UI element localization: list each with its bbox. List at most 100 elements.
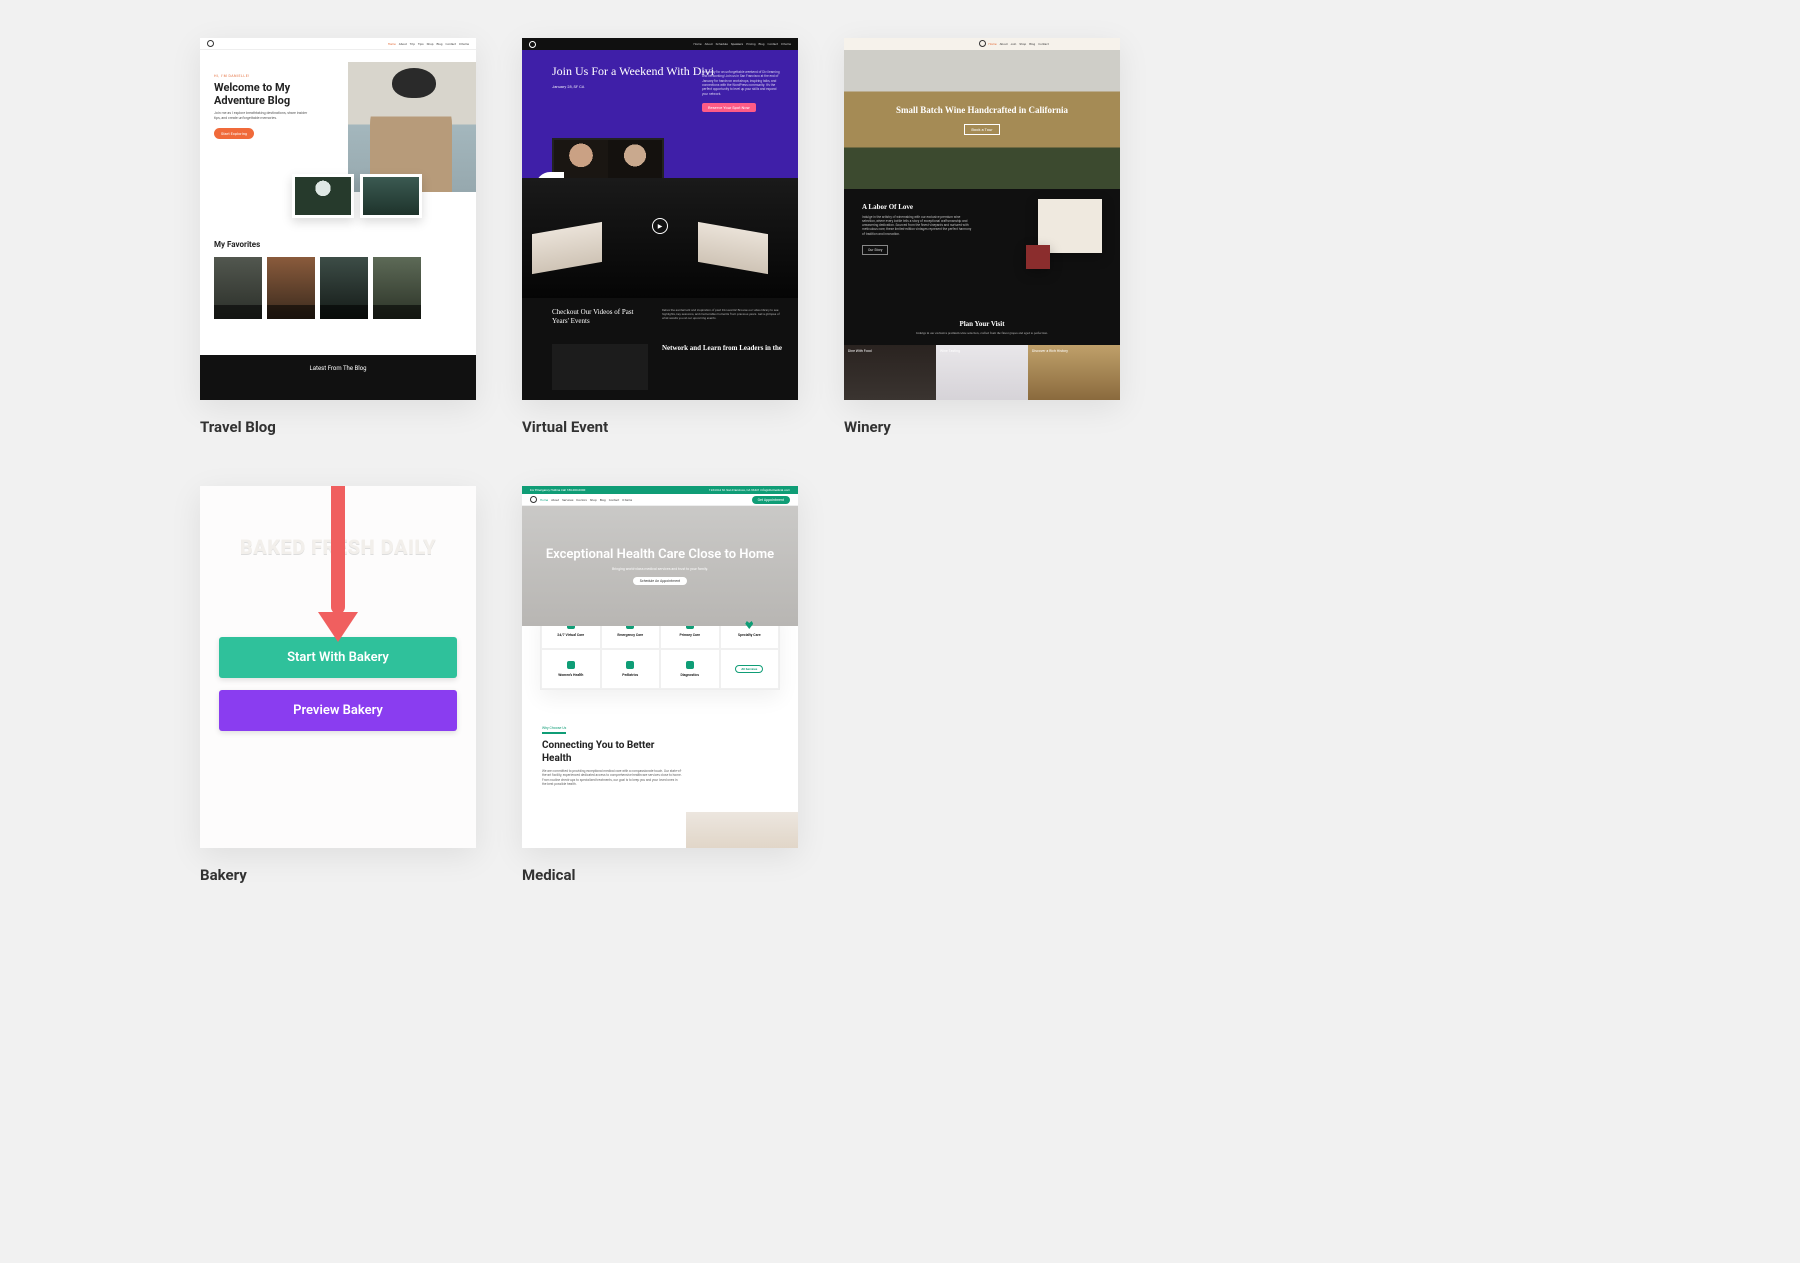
- nav-link: About: [399, 42, 407, 46]
- template-thumb-virtual[interactable]: Home About Schedule Speakers Pricing Blo…: [522, 38, 798, 400]
- medical-headline: Exceptional Health Care Close to Home: [546, 547, 774, 563]
- virtual-video: ▶: [522, 178, 798, 298]
- child-icon: [626, 661, 634, 669]
- medical-image: [686, 812, 798, 848]
- videos-heading: Checkout Our Videos of Past Years' Event…: [552, 308, 648, 326]
- winery-nav: Home About Join Shop Blog Contact: [844, 38, 1120, 50]
- network-heading: Network and Learn from Leaders in the: [662, 344, 782, 353]
- videos-copy: Relive the excitement and inspiration of…: [662, 308, 782, 326]
- nav-link: 0 Items: [781, 42, 791, 46]
- template-thumb-bakery[interactable]: BAKED FRESH DAILY Start With Bakery Prev…: [200, 486, 476, 848]
- card-title-medical: Medical: [522, 866, 798, 884]
- bakery-hover-buttons: Start With Bakery Preview Bakery: [219, 637, 457, 731]
- favorite-tile: [320, 257, 368, 319]
- winery-headline: Small Batch Wine Handcrafted in Californ…: [896, 104, 1068, 116]
- connect-copy: We are committed to providing exceptiona…: [542, 769, 682, 787]
- travel-sub: Join me as I explore breathtaking destin…: [214, 111, 314, 120]
- start-with-template-button[interactable]: Start With Bakery: [219, 637, 457, 678]
- plan-copy: Indulge in our exclusive premium wine se…: [874, 331, 1090, 335]
- template-thumb-winery[interactable]: Home About Join Shop Blog Contact Small …: [844, 38, 1120, 400]
- template-card-travel: Home About Trip Tips Shop Blog Contact 0…: [200, 38, 476, 436]
- virtual-copy: Get ready for an unforgettable weekend o…: [702, 70, 782, 112]
- nav-link: Home: [694, 42, 702, 46]
- favorite-tile: [267, 257, 315, 319]
- winery-plan: Plan Your Visit Indulge in our exclusive…: [844, 316, 1120, 345]
- card-title-winery: Winery: [844, 418, 1120, 436]
- nav-link: Home: [540, 498, 548, 502]
- service-cell: Pediatrics: [601, 649, 661, 689]
- nav-link: Pricing: [746, 42, 755, 46]
- divi-logo-icon: [207, 40, 214, 47]
- travel-kicker: HI, I'M DANIELLE!: [214, 74, 338, 78]
- template-card-winery: Home About Join Shop Blog Contact Small …: [844, 38, 1120, 436]
- lab-icon: [686, 661, 694, 669]
- nav-link: Shop: [590, 498, 597, 502]
- nav-link: About: [705, 42, 713, 46]
- topbar-left: For Emergency Hotline Call 180-000-0000: [530, 488, 585, 492]
- card-title-bakery: Bakery: [200, 866, 476, 884]
- medical-topbar: For Emergency Hotline Call 180-000-0000 …: [522, 486, 798, 494]
- travel-footer: Latest From The Blog: [200, 355, 476, 400]
- medical-kicker: Why Choose Us: [542, 726, 566, 734]
- travel-hero-image: [348, 62, 476, 192]
- virtual-cta: Reserve Your Spot Now: [702, 103, 756, 112]
- travel-nav-links: Home About Trip Tips Shop Blog Contact 0…: [388, 42, 469, 46]
- template-card-virtual: Home About Schedule Speakers Pricing Blo…: [522, 38, 798, 436]
- preview-template-button[interactable]: Preview Bakery: [219, 690, 457, 731]
- nav-link: Speakers: [731, 42, 743, 46]
- winery-hero-cta: Book a Tour: [964, 124, 999, 135]
- nav-link: Home: [989, 42, 997, 46]
- labor-cta: Our Story: [862, 245, 888, 255]
- virtual-nav: Home About Schedule Speakers Pricing Blo…: [522, 38, 798, 50]
- template-thumb-medical[interactable]: For Emergency Hotline Call 180-000-0000 …: [522, 486, 798, 848]
- travel-cta: Start Exploring: [214, 128, 254, 139]
- plan-heading: Plan Your Visit: [874, 320, 1090, 328]
- appointment-button: Get Appointment: [752, 496, 790, 504]
- travel-hero: HI, I'M DANIELLE! Welcome to My Adventur…: [200, 50, 476, 200]
- nav-link: Contact: [446, 42, 457, 46]
- medical-hero: Exceptional Health Care Close to Home Br…: [522, 506, 798, 626]
- nav-link: Tips: [418, 42, 424, 46]
- template-grid: Home About Trip Tips Shop Blog Contact 0…: [0, 0, 1800, 922]
- card-title-travel: Travel Blog: [200, 418, 476, 436]
- travel-nav: Home About Trip Tips Shop Blog Contact 0…: [200, 38, 476, 50]
- template-thumb-travel[interactable]: Home About Trip Tips Shop Blog Contact 0…: [200, 38, 476, 400]
- nav-link: Blog: [759, 42, 765, 46]
- nav-link: Blog: [437, 42, 443, 46]
- labor-copy: Indulge in the artistry of winemaking wi…: [862, 215, 972, 237]
- divi-logo-icon: [979, 40, 986, 47]
- nav-link: Shop: [427, 42, 434, 46]
- virtual-network-section: Network and Learn from Leaders in the: [522, 326, 798, 390]
- virtual-hero: Join Us For a Weekend With Divi January …: [522, 50, 798, 178]
- network-thumb: [552, 344, 648, 390]
- nav-link: Home: [388, 42, 396, 46]
- template-card-bakery: BAKED FRESH DAILY Start With Bakery Prev…: [200, 486, 476, 884]
- medical-sub: Bringing world-class medical services an…: [612, 567, 708, 571]
- nav-link: Schedule: [716, 42, 728, 46]
- favorite-tile: [373, 257, 421, 319]
- nav-link: Services: [562, 498, 573, 502]
- nav-link: 0 Items: [622, 498, 632, 502]
- bakery-headline: BAKED FRESH DAILY: [200, 536, 476, 559]
- divi-logo-icon: [530, 496, 537, 503]
- winery-photos: [1038, 199, 1102, 269]
- nav-link: Blog: [600, 498, 606, 502]
- connect-heading: Connecting You to Better Health: [542, 740, 672, 765]
- favorite-tile: [214, 257, 262, 319]
- service-cell: Women's Health: [541, 649, 601, 689]
- winery-hero: Small Batch Wine Handcrafted in Californ…: [844, 50, 1120, 189]
- card-title-virtual: Virtual Event: [522, 418, 798, 436]
- winery-labor: A Labor Of Love Indulge in the artistry …: [844, 189, 1120, 317]
- medical-nav: Home About Services Doctors Shop Blog Co…: [522, 494, 798, 506]
- nav-link: Join: [1011, 42, 1017, 46]
- nav-link: Shop: [1019, 42, 1026, 46]
- travel-headline: Welcome to My Adventure Blog: [214, 81, 338, 107]
- nav-link: Doctors: [576, 498, 586, 502]
- winery-strip: Dine With Food Wine Tasting Discover a R…: [844, 345, 1120, 400]
- strip-tile: Wine Tasting: [936, 345, 1028, 400]
- nav-link: Contact: [1038, 42, 1049, 46]
- all-services-link: All Services: [735, 665, 763, 673]
- medical-connect: Why Choose Us Connecting You to Better H…: [522, 690, 798, 787]
- play-icon: ▶: [652, 218, 668, 234]
- nav-link: About: [551, 498, 559, 502]
